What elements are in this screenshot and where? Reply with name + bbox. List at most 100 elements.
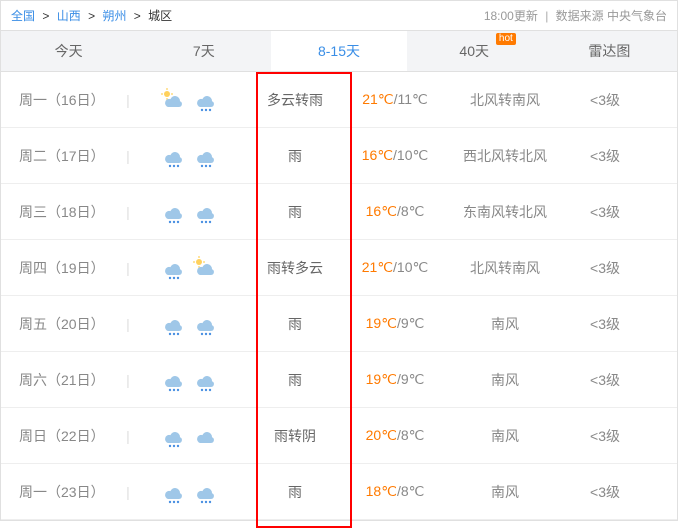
weather-desc: 雨转阴 <box>245 426 345 446</box>
wind-dir: 南风 <box>445 482 565 502</box>
weather-icons <box>135 311 245 337</box>
crumb-sep: > <box>88 9 95 23</box>
temp-low: /10℃ <box>393 259 428 276</box>
temp: 21℃/11℃ <box>345 91 445 108</box>
temp: 19℃/9℃ <box>345 315 445 332</box>
date-label: 周二（17日） <box>1 146 121 166</box>
weather-icons <box>135 143 245 169</box>
tab-0[interactable]: 今天 <box>1 31 136 71</box>
forecast-tabs: 今天 7天 8-15天 40天hot 雷达图 <box>1 30 677 72</box>
breadcrumb: 全国 > 山西 > 朔州 > 城区 18:00更新 | 数据来源 中央气象台 <box>1 1 677 30</box>
crumb-root[interactable]: 全国 <box>11 9 35 23</box>
temp-high: 19℃ <box>366 371 397 388</box>
temp: 16℃/8℃ <box>345 203 445 220</box>
tab-4[interactable]: 雷达图 <box>542 31 677 71</box>
forecast-row[interactable]: 周四（19日）|雨转多云21℃/10℃北风转南风<3级 <box>1 240 677 296</box>
wind-level: <3级 <box>565 258 645 278</box>
wind-level: <3级 <box>565 482 645 502</box>
divider: | <box>121 372 135 388</box>
rain-icon <box>160 479 188 505</box>
forecast-row[interactable]: 周五（20日）|雨19℃/9℃南风<3级 <box>1 296 677 352</box>
wind-dir: 北风转南风 <box>445 258 565 278</box>
forecast-rows: 周一（16日）|多云转雨21℃/11℃北风转南风<3级周二（17日）|雨16℃/… <box>1 72 677 520</box>
wind-dir: 东南风转北风 <box>445 202 565 222</box>
forecast-row[interactable]: 周二（17日）|雨16℃/10℃西北风转北风<3级 <box>1 128 677 184</box>
crumb-sep: > <box>42 9 49 23</box>
tab-label: 8-15天 <box>318 43 360 59</box>
rain-icon <box>192 311 220 337</box>
wind-dir: 西北风转北风 <box>445 146 565 166</box>
temp: 18℃/8℃ <box>345 483 445 500</box>
wind-level: <3级 <box>565 314 645 334</box>
divider: | <box>121 316 135 332</box>
cloudy-icon <box>192 423 220 449</box>
rain-icon <box>192 143 220 169</box>
tab-2[interactable]: 8-15天 <box>271 31 406 71</box>
date-label: 周四（19日） <box>1 258 121 278</box>
crumb-city[interactable]: 朔州 <box>102 9 126 23</box>
forecast-row[interactable]: 周一（16日）| 多云转雨21℃/11℃北风转南风<3级 <box>1 72 677 128</box>
forecast-row[interactable]: 周六（21日）|雨19℃/9℃南风<3级 <box>1 352 677 408</box>
date-label: 周一（23日） <box>1 482 121 502</box>
wind-level: <3级 <box>565 90 645 110</box>
temp-low: /8℃ <box>397 203 424 220</box>
rain-icon <box>160 199 188 225</box>
temp-high: 18℃ <box>366 483 397 500</box>
temp-high: 21℃ <box>362 91 393 108</box>
wind-dir: 南风 <box>445 370 565 390</box>
wind-dir: 北风转南风 <box>445 90 565 110</box>
wind-level: <3级 <box>565 370 645 390</box>
temp: 20℃/8℃ <box>345 427 445 444</box>
crumb-district: 城区 <box>148 9 172 23</box>
weather-icons <box>135 199 245 225</box>
weather-desc: 雨 <box>245 314 345 334</box>
forecast-row[interactable]: 周三（18日）|雨16℃/8℃东南风转北风<3级 <box>1 184 677 240</box>
temp: 19℃/9℃ <box>345 371 445 388</box>
temp-low: /10℃ <box>393 147 428 164</box>
temp-high: 16℃ <box>366 203 397 220</box>
date-label: 周五（20日） <box>1 314 121 334</box>
weather-desc: 雨 <box>245 146 345 166</box>
rain-icon <box>160 143 188 169</box>
weather-panel: 全国 > 山西 > 朔州 > 城区 18:00更新 | 数据来源 中央气象台 今… <box>0 0 678 521</box>
wind-dir: 南风 <box>445 426 565 446</box>
forecast-rows-wrap: 周一（16日）|多云转雨21℃/11℃北风转南风<3级周二（17日）|雨16℃/… <box>1 72 677 520</box>
divider: | <box>121 92 135 108</box>
update-source: 18:00更新 | 数据来源 中央气象台 <box>484 7 667 24</box>
tab-label: 今天 <box>55 43 83 59</box>
temp-low: /9℃ <box>397 315 424 332</box>
wind-level: <3级 <box>565 202 645 222</box>
cloudy-sun-icon <box>192 255 220 281</box>
tab-1[interactable]: 7天 <box>136 31 271 71</box>
wind-dir: 南风 <box>445 314 565 334</box>
crumb-province[interactable]: 山西 <box>57 9 81 23</box>
rain-icon <box>192 87 220 113</box>
forecast-row[interactable]: 周日（22日）|雨转阴20℃/8℃南风<3级 <box>1 408 677 464</box>
tab-3[interactable]: 40天hot <box>407 31 542 71</box>
rain-icon <box>192 199 220 225</box>
forecast-row[interactable]: 周一（23日）| 雨18℃/8℃南风<3级 <box>1 464 677 520</box>
divider: | <box>121 148 135 164</box>
temp-high: 19℃ <box>366 315 397 332</box>
weather-icons <box>135 423 245 449</box>
date-label: 周三（18日） <box>1 202 121 222</box>
breadcrumb-path: 全国 > 山西 > 朔州 > 城区 <box>11 7 172 24</box>
rain-icon <box>192 367 220 393</box>
weather-desc: 雨 <box>245 482 345 502</box>
divider: | <box>121 428 135 444</box>
data-source: 数据来源 中央气象台 <box>556 9 667 23</box>
date-label: 周日（22日） <box>1 426 121 446</box>
weather-icons <box>135 87 245 113</box>
tab-label: 雷达图 <box>588 43 630 59</box>
temp: 16℃/10℃ <box>345 147 445 164</box>
weather-icons <box>135 255 245 281</box>
wind-level: <3级 <box>565 146 645 166</box>
rain-icon <box>160 255 188 281</box>
weather-desc: 雨转多云 <box>245 258 345 278</box>
temp-high: 16℃ <box>362 147 393 164</box>
crumb-sep: > <box>134 9 141 23</box>
weather-desc: 多云转雨 <box>245 90 345 110</box>
date-label: 周一（16日） <box>1 90 121 110</box>
temp: 21℃/10℃ <box>345 259 445 276</box>
divider: | <box>121 484 135 500</box>
